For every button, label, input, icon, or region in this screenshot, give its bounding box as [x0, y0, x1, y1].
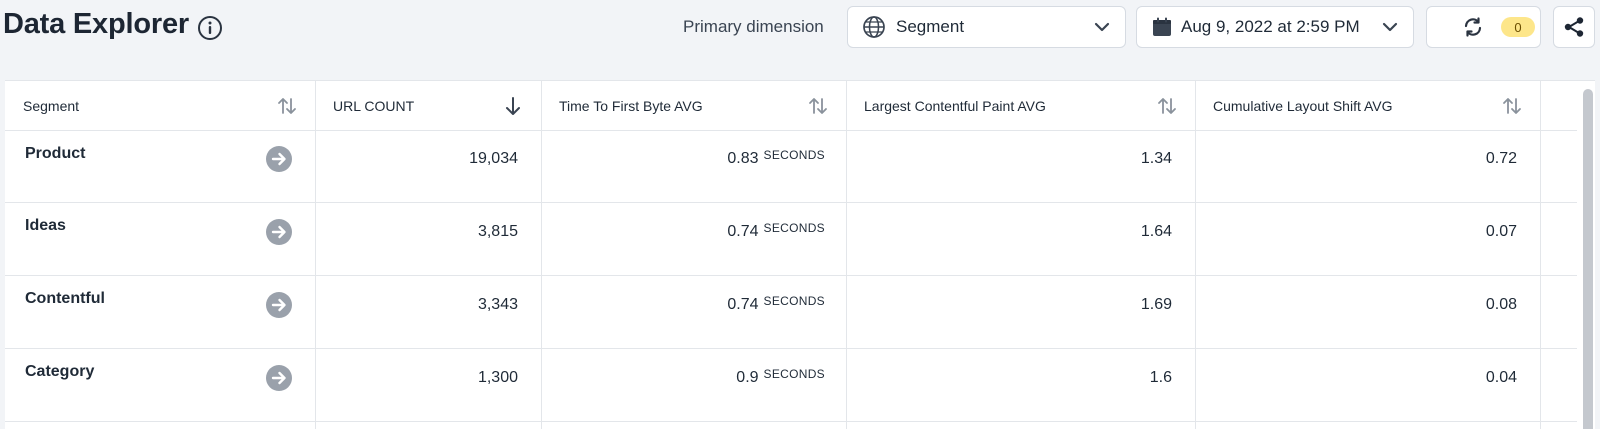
ttfb-unit: SECONDS — [763, 221, 825, 235]
url-count-value: 1,300 — [477, 369, 518, 386]
lcp-value: 1.64 — [1140, 223, 1172, 240]
dimension-value: Segment — [896, 17, 965, 36]
ttfb-number: 0.74 — [727, 223, 759, 240]
cls-value: 0.08 — [1485, 296, 1517, 313]
segment-name: Contentful — [25, 290, 105, 307]
sort-icon[interactable] — [1500, 94, 1524, 118]
column-divider — [541, 81, 542, 429]
row-divider — [5, 275, 1577, 276]
date-select[interactable]: Aug 9, 2022 at 2:59 PM — [1136, 6, 1414, 48]
arrow-right-circle-icon[interactable] — [265, 364, 293, 392]
refresh-icon — [1464, 17, 1482, 37]
page-header: Data Explorer Primary dimension Segment … — [0, 0, 1600, 56]
row-divider — [5, 348, 1577, 349]
lcp-value: 1.34 — [1140, 150, 1172, 167]
row-divider — [5, 130, 1577, 131]
share-button[interactable] — [1553, 6, 1595, 48]
page-title: Data Explorer — [3, 8, 189, 40]
sort-icon[interactable] — [806, 94, 830, 118]
column-divider — [315, 81, 316, 429]
globe-icon — [863, 16, 885, 38]
ttfb-number: 0.9 — [736, 369, 759, 386]
cls-value: 0.07 — [1485, 223, 1517, 240]
arrow-right-circle-icon[interactable] — [265, 291, 293, 319]
column-header-label: Largest Contentful Paint AVG — [864, 97, 1046, 114]
url-count-value: 3,815 — [477, 223, 518, 240]
ttfb-value: 0.74 SECONDS — [565, 221, 825, 241]
segment-name: Product — [25, 145, 86, 162]
url-count-value: 3,343 — [477, 296, 518, 313]
column-header-label: Cumulative Layout Shift AVG — [1213, 97, 1393, 114]
cls-value: 0.04 — [1485, 369, 1517, 386]
column-header-label: Time To First Byte AVG — [559, 97, 703, 114]
column-header-segment[interactable]: Segment — [5, 81, 315, 130]
row-divider — [5, 421, 1577, 422]
ttfb-number: 0.83 — [727, 150, 759, 167]
sort-descending-icon[interactable] — [501, 94, 525, 118]
column-divider — [846, 81, 847, 429]
data-table: Segment URL COUNT Time To First Byte AVG… — [5, 80, 1595, 429]
lcp-value: 1.69 — [1140, 296, 1172, 313]
lcp-value: 1.6 — [1149, 369, 1172, 386]
ttfb-unit: SECONDS — [763, 294, 825, 308]
vertical-scrollbar[interactable] — [1583, 89, 1593, 429]
ttfb-value: 0.83 SECONDS — [565, 148, 825, 168]
column-divider — [1195, 81, 1196, 429]
info-icon[interactable] — [197, 15, 223, 41]
ttfb-value: 0.74 SECONDS — [565, 294, 825, 314]
ttfb-unit: SECONDS — [763, 367, 825, 381]
column-divider — [1540, 81, 1541, 429]
date-value: Aug 9, 2022 at 2:59 PM — [1181, 17, 1360, 36]
ttfb-unit: SECONDS — [763, 148, 825, 162]
arrow-right-circle-icon[interactable] — [265, 218, 293, 246]
segment-name: Category — [25, 363, 95, 380]
arrow-right-circle-icon[interactable] — [265, 145, 293, 173]
url-count-value: 19,034 — [469, 150, 518, 167]
column-header-lcp[interactable]: Largest Contentful Paint AVG — [846, 81, 1195, 130]
ttfb-number: 0.74 — [727, 296, 759, 313]
primary-dimension-select[interactable]: Segment — [847, 6, 1126, 48]
sort-icon[interactable] — [1155, 94, 1179, 118]
column-header-label: URL COUNT — [333, 97, 415, 114]
share-icon — [1564, 17, 1584, 37]
cls-value: 0.72 — [1485, 150, 1517, 167]
segment-name: Ideas — [25, 217, 66, 234]
calendar-icon — [1153, 17, 1171, 36]
chevron-down-icon — [1094, 22, 1110, 32]
refresh-button[interactable]: 0 — [1426, 6, 1541, 48]
ttfb-value: 0.9 SECONDS — [565, 367, 825, 387]
column-header-cls[interactable]: Cumulative Layout Shift AVG — [1195, 81, 1540, 130]
row-divider — [5, 202, 1577, 203]
chevron-down-icon — [1382, 22, 1398, 32]
primary-dimension-label: Primary dimension — [683, 17, 824, 36]
column-header-url-count[interactable]: URL COUNT — [315, 81, 541, 130]
sort-icon[interactable] — [275, 94, 299, 118]
column-header-ttfb[interactable]: Time To First Byte AVG — [541, 81, 846, 130]
refresh-count-badge: 0 — [1501, 17, 1535, 37]
column-header-label: Segment — [23, 97, 80, 114]
